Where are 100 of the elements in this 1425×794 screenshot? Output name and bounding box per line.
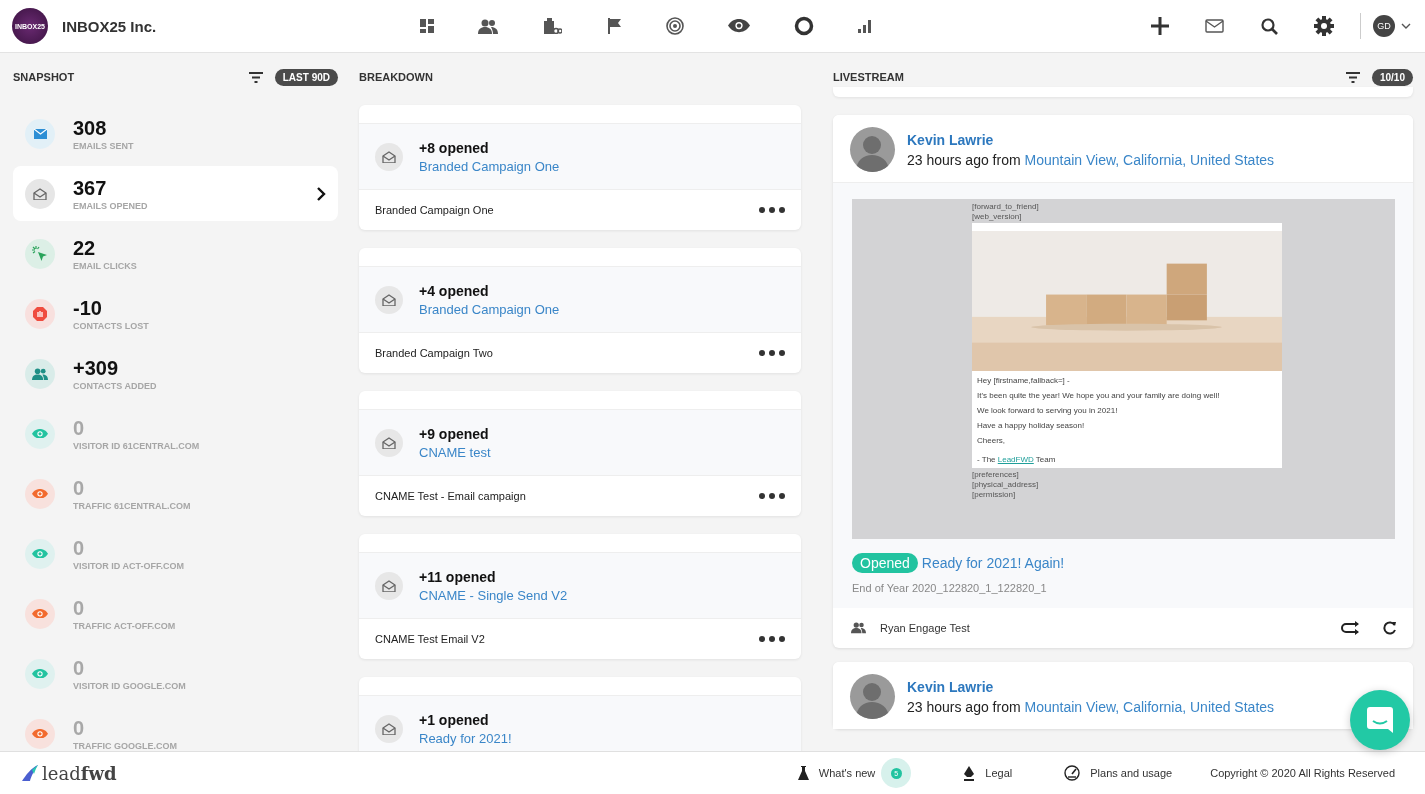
stat-value: 0 bbox=[73, 416, 86, 439]
cursor-click-icon bbox=[32, 245, 48, 262]
eye-icon bbox=[32, 728, 48, 739]
copyright-text: Copyright © 2020 All Rights Reserved bbox=[1210, 767, 1395, 779]
eye-icon bbox=[32, 608, 48, 619]
stat-label: VISITOR ID 61CENTRAL.COM bbox=[73, 440, 201, 451]
open-count: +11 opened bbox=[419, 568, 497, 585]
bar-chart-icon[interactable] bbox=[858, 19, 874, 33]
target-icon[interactable] bbox=[666, 17, 684, 35]
stat-row[interactable]: 0 TRAFFIC 61CENTRAL.COM bbox=[13, 466, 338, 521]
stat-label: VISITOR ID ACT-OFF.COM bbox=[73, 560, 185, 571]
route-icon[interactable] bbox=[1341, 621, 1361, 635]
search-icon[interactable] bbox=[1261, 17, 1278, 35]
open-envelope-icon bbox=[382, 436, 396, 449]
email-text: Have a happy holiday season! bbox=[977, 421, 1086, 431]
flag-icon[interactable] bbox=[606, 18, 622, 34]
contact-name[interactable]: Kevin Lawrie bbox=[907, 678, 1275, 695]
stat-row[interactable]: 0 TRAFFIC GOOGLE.COM bbox=[13, 706, 338, 751]
brand-logo[interactable]: leadfwd bbox=[22, 762, 117, 784]
more-icon[interactable] bbox=[759, 350, 785, 356]
chevron-down-icon[interactable] bbox=[1401, 23, 1411, 29]
open-envelope-icon bbox=[382, 293, 396, 306]
footer-link[interactable]: What's new bbox=[818, 767, 876, 779]
stat-value: +309 bbox=[73, 356, 120, 379]
filter-icon[interactable] bbox=[248, 71, 263, 83]
more-icon[interactable] bbox=[759, 636, 785, 642]
list-name: Ryan Engage Test bbox=[880, 622, 970, 634]
stat-row[interactable]: 0 TRAFFIC ACT-OFF.COM bbox=[13, 586, 338, 641]
open-envelope-icon bbox=[382, 722, 396, 735]
stat-row[interactable]: 308 EMAILS SENT bbox=[13, 106, 338, 161]
ring-icon[interactable] bbox=[794, 16, 814, 36]
location-link[interactable]: Mountain View, California, United States bbox=[1024, 698, 1275, 715]
stat-value: 308 bbox=[73, 116, 108, 139]
open-count: +9 opened bbox=[419, 425, 490, 442]
footer-link[interactable]: Plans and usage bbox=[1090, 767, 1173, 779]
dashboard-icon[interactable] bbox=[420, 19, 434, 33]
merge-tag: [permission] bbox=[972, 490, 1016, 500]
stat-label: EMAILS SENT bbox=[73, 140, 135, 151]
filter-icon[interactable] bbox=[1345, 71, 1360, 83]
open-count: +8 opened bbox=[419, 139, 490, 156]
campaign-link[interactable]: Branded Campaign One bbox=[419, 301, 560, 317]
stat-row[interactable]: -10 CONTACTS LOST bbox=[13, 286, 338, 341]
campaign-link[interactable]: Branded Campaign One bbox=[419, 158, 560, 174]
merge-tag: [preferences] bbox=[972, 470, 1019, 480]
brand-link[interactable]: LeadFWD bbox=[997, 455, 1034, 464]
email-text: Cheers, bbox=[977, 436, 1006, 446]
stat-label: VISITOR ID GOOGLE.COM bbox=[73, 680, 187, 691]
contact-name[interactable]: Kevin Lawrie bbox=[907, 131, 1275, 148]
count-badge: 10/10 bbox=[1371, 68, 1413, 86]
campaign-link[interactable]: CNAME test bbox=[419, 444, 491, 460]
section-title: SNAPSHOT bbox=[13, 71, 76, 83]
email-text: It's been quite the year! We hope you and your family are doing well! bbox=[977, 391, 1221, 401]
stat-value: 0 bbox=[73, 596, 86, 619]
merge-tag: [physical_address] bbox=[972, 480, 1039, 490]
campaign-link[interactable]: CNAME - Single Send V2 bbox=[419, 587, 568, 603]
stat-row[interactable]: 0 VISITOR ID 61CENTRAL.COM bbox=[13, 406, 338, 461]
campaign-name: Branded Campaign Two bbox=[375, 347, 494, 359]
stat-value: -10 bbox=[73, 296, 103, 319]
settings-icon[interactable] bbox=[1314, 16, 1334, 36]
open-envelope-icon bbox=[33, 187, 47, 200]
section-title: BREAKDOWN bbox=[359, 71, 434, 83]
open-count: +1 opened bbox=[419, 711, 490, 728]
stat-row[interactable]: +309 CONTACTS ADDED bbox=[13, 346, 338, 401]
email-text: Hey [firstname,fallback=] - bbox=[977, 376, 1071, 386]
stop-hand-icon bbox=[33, 306, 47, 321]
location-link[interactable]: Mountain View, California, United States bbox=[1024, 151, 1275, 168]
eye-icon[interactable] bbox=[728, 19, 750, 33]
email-text: We look forward to serving you in 2021! bbox=[977, 406, 1119, 416]
building-icon[interactable] bbox=[542, 18, 562, 34]
stat-row[interactable]: 367 EMAILS OPENED bbox=[13, 166, 338, 221]
chevron-right-icon[interactable] bbox=[316, 185, 326, 202]
stat-value: 0 bbox=[73, 656, 86, 679]
stat-label: TRAFFIC GOOGLE.COM bbox=[73, 740, 178, 751]
add-icon[interactable] bbox=[1151, 17, 1169, 35]
user-avatar[interactable]: GD bbox=[1373, 15, 1395, 37]
footer-link[interactable]: Legal bbox=[985, 767, 1013, 779]
stat-label: EMAIL CLICKS bbox=[73, 260, 138, 271]
more-icon[interactable] bbox=[759, 207, 785, 213]
mail-icon[interactable] bbox=[1205, 18, 1225, 34]
stat-value: 22 bbox=[73, 236, 97, 259]
stat-row[interactable]: 0 VISITOR ID ACT-OFF.COM bbox=[13, 526, 338, 581]
open-count: +4 opened bbox=[419, 282, 490, 299]
stat-value: 0 bbox=[73, 536, 86, 559]
refresh-icon[interactable] bbox=[1383, 621, 1397, 635]
gauge-icon bbox=[1064, 765, 1081, 781]
period-badge[interactable]: LAST 90D bbox=[274, 68, 338, 86]
email-subject-link[interactable]: Ready for 2021! Again! bbox=[921, 555, 1065, 571]
eye-icon bbox=[32, 548, 48, 559]
stat-label: TRAFFIC ACT-OFF.COM bbox=[73, 620, 177, 631]
activity-time: 23 hours ago from Mountain View, California, United States bbox=[907, 151, 1275, 168]
stat-row[interactable]: 0 VISITOR ID GOOGLE.COM bbox=[13, 646, 338, 701]
stat-row[interactable]: 22 EMAIL CLICKS bbox=[13, 226, 338, 281]
envelope-icon bbox=[33, 128, 47, 139]
more-icon[interactable] bbox=[759, 493, 785, 499]
contacts-icon[interactable] bbox=[478, 18, 498, 34]
status-badge: Opened bbox=[852, 553, 918, 573]
stat-value: 367 bbox=[73, 176, 108, 199]
open-envelope-icon bbox=[382, 150, 396, 163]
stat-label: CONTACTS LOST bbox=[73, 320, 150, 331]
campaign-link[interactable]: Ready for 2021! bbox=[419, 730, 512, 746]
